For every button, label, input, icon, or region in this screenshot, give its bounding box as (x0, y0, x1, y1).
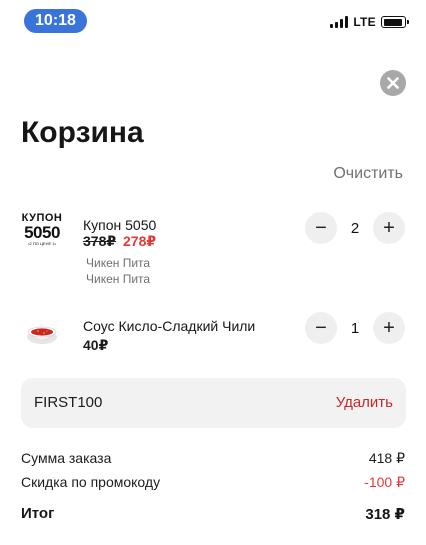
signal-icon (330, 16, 349, 28)
plus-icon: + (383, 317, 395, 339)
status-indicators: LTE (330, 15, 409, 29)
page-title: Корзина (21, 116, 144, 149)
item-option: Чикен Пита (86, 256, 151, 270)
minus-icon: − (315, 217, 327, 239)
quantity-value: 1 (350, 320, 360, 337)
item-name: Соус Кисло-Сладкий Чили (83, 318, 256, 334)
discount-value: -100 ₽ (364, 474, 405, 490)
status-bar: 10:18 LTE (0, 0, 426, 44)
close-button[interactable] (380, 70, 406, 96)
decrease-quantity-button[interactable]: − (305, 212, 337, 244)
item-price: 40₽ (83, 337, 109, 353)
decrease-quantity-button[interactable]: − (305, 312, 337, 344)
quantity-value: 2 (350, 220, 360, 237)
promo-code: FIRST100 (34, 394, 103, 411)
plus-icon: + (383, 217, 395, 239)
promo-code-box: FIRST100 Удалить (21, 378, 406, 428)
clear-cart-button[interactable]: Очистить (333, 165, 403, 183)
close-icon (387, 77, 399, 89)
battery-icon (381, 16, 409, 28)
item-name: Купон 5050 (83, 217, 157, 233)
item-old-price: 378₽ (83, 233, 117, 249)
network-type: LTE (353, 15, 376, 29)
increase-quantity-button[interactable]: + (373, 312, 405, 344)
sauce-image (24, 318, 60, 348)
order-sum-value: 418 ₽ (368, 450, 405, 466)
total-label: Итог (21, 505, 55, 522)
remove-promo-button[interactable]: Удалить (336, 394, 393, 411)
status-time: 10:18 (24, 9, 87, 33)
item-price: 278₽ (123, 233, 157, 249)
item-option: Чикен Пита (86, 272, 151, 286)
total-value: 318 ₽ (365, 506, 405, 523)
coupon-5050-image: КУПОН 5050 •2 ПО ЦЕНЕ 1• (21, 212, 63, 246)
minus-icon: − (315, 317, 327, 339)
increase-quantity-button[interactable]: + (373, 212, 405, 244)
order-sum-label: Сумма заказа (21, 450, 112, 466)
discount-label: Скидка по промокоду (21, 474, 161, 490)
